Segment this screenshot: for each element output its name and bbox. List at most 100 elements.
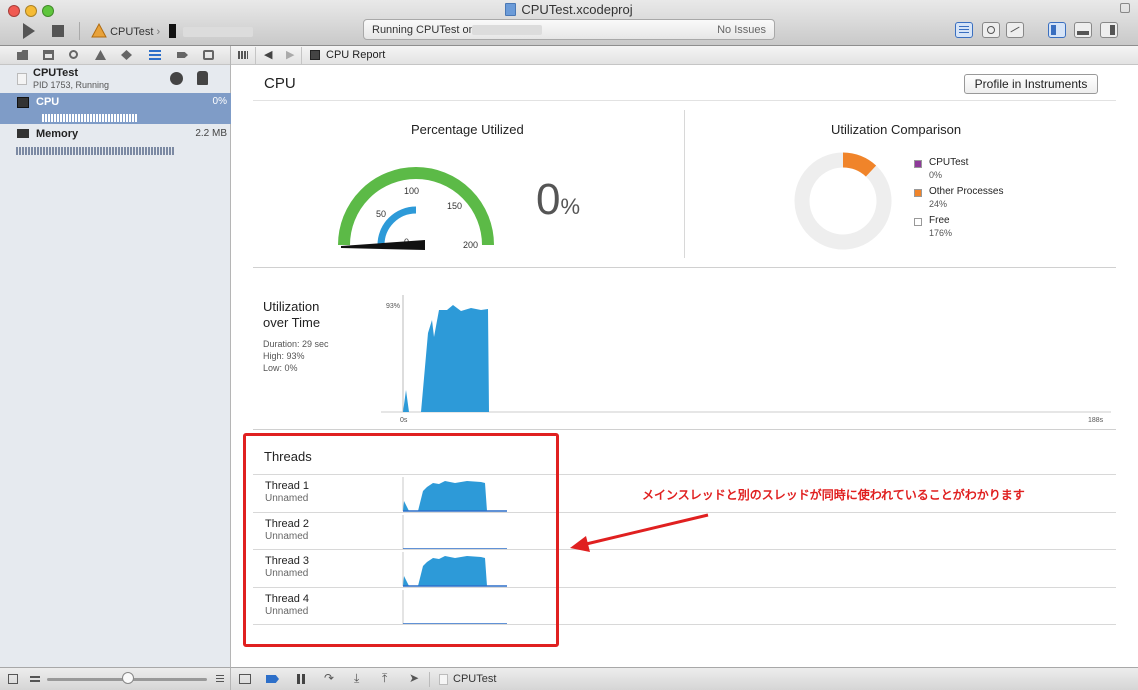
activity-status: Running CPUTest on No Issues	[363, 19, 775, 40]
process-status: PID 1753, Running	[33, 80, 110, 90]
memory-gauge-label: Memory	[36, 128, 79, 140]
utilization-stats: Duration: 29 sec High: 93% Low: 0%	[263, 339, 329, 373]
standard-editor-button[interactable]	[955, 22, 973, 38]
xcodeproj-icon	[505, 3, 517, 16]
target-app-icon	[439, 674, 448, 685]
utilization-x-start-label: 0s	[400, 417, 408, 424]
test-navigator-icon[interactable]	[121, 50, 132, 60]
gauge-options-icon[interactable]	[170, 72, 183, 85]
symbol-navigator-icon[interactable]	[43, 50, 54, 60]
legend-swatch	[914, 160, 922, 168]
legend-item: Other Processes 24%	[914, 186, 1064, 214]
gauge-tick-label: 150	[447, 201, 462, 211]
gauge-tick-label: 50	[376, 209, 386, 219]
process-name: CPUTest	[33, 67, 79, 79]
toggle-utilities-button[interactable]	[1100, 22, 1118, 38]
status-text: Running CPUTest on	[372, 24, 475, 36]
stop-button[interactable]	[52, 25, 64, 37]
cpu-report-icon	[310, 50, 320, 60]
utilization-over-time-title: Utilization over Time	[263, 299, 321, 330]
percentage-utilized-title: Percentage Utilized	[411, 122, 524, 137]
gauge-inner-arc	[377, 206, 417, 246]
status-device-redacted	[472, 25, 542, 35]
show-threads-icon[interactable]	[8, 674, 18, 684]
project-navigator-icon[interactable]	[17, 50, 28, 60]
utilization-x-end-label: 188s	[1088, 417, 1104, 424]
navigator-filter-bar	[0, 667, 231, 690]
hide-debug-area-icon[interactable]	[239, 674, 251, 684]
legend-value: 0%	[929, 170, 943, 180]
device-icon	[169, 24, 177, 38]
memory-sparkline	[16, 147, 175, 155]
pause-icon[interactable]	[297, 674, 305, 684]
utilization-over-time-chart	[381, 295, 1111, 413]
cpu-gauge-row[interactable]: CPU 0%	[0, 93, 231, 124]
gauge-tick-label: 200	[463, 240, 478, 250]
device-name-redacted	[183, 27, 254, 38]
toggle-navigator-button[interactable]	[1048, 22, 1066, 38]
donut-slice	[842, 152, 877, 177]
scheme-name: CPUTest	[110, 26, 154, 38]
compression-slider-knob[interactable]	[122, 672, 134, 684]
profile-in-instruments-button[interactable]: Profile in Instruments	[964, 74, 1098, 94]
toolbar-divider	[79, 22, 80, 40]
navigator-tabs	[0, 46, 230, 65]
location-icon[interactable]: ➤	[409, 671, 419, 685]
breakpoint-navigator-icon[interactable]	[177, 52, 188, 58]
report-title: CPU	[264, 75, 296, 92]
toolbar: CPUTest.xcodeproj CPUTest › Running CPUT…	[0, 0, 1138, 46]
scheme-selector[interactable]: CPUTest ›	[91, 22, 254, 38]
forward-arrow-icon[interactable]: ▶	[286, 48, 294, 61]
memory-gauge-row[interactable]: Memory 2.2 MB	[0, 125, 231, 159]
annotation-arrow	[570, 513, 709, 552]
issues-text[interactable]: No Issues	[717, 24, 766, 36]
cpu-percentage-gauge: 050100150200	[338, 167, 494, 250]
search-navigator-icon[interactable]	[69, 50, 78, 59]
process-row[interactable]: CPUTest PID 1753, Running	[0, 66, 231, 92]
assistant-editor-button[interactable]	[982, 22, 1000, 38]
breakpoints-toggle-icon[interactable]	[266, 675, 279, 683]
cpu-gauge-value: 0%	[212, 96, 227, 107]
cpu-icon	[17, 97, 29, 108]
legend-item: Free 176%	[914, 215, 1064, 243]
cpu-sparkline	[42, 114, 138, 122]
toggle-debug-area-button[interactable]	[1074, 22, 1092, 38]
step-over-icon[interactable]: ↷	[324, 671, 334, 685]
expanded-icon[interactable]	[216, 675, 224, 683]
jump-bar-item[interactable]: CPU Report	[326, 49, 385, 61]
memory-icon	[17, 129, 29, 138]
legend-item: CPUTest 0%	[914, 157, 1064, 185]
debug-navigator: CPUTest PID 1753, Running CPU 0% Memory …	[0, 46, 231, 690]
legend-swatch	[914, 218, 922, 226]
app-icon	[17, 73, 27, 85]
legend-value: 24%	[929, 199, 948, 209]
annotation-highlight-box	[243, 433, 559, 647]
gauge-tick-label: 100	[404, 186, 419, 196]
cpu-gauge-label: CPU	[36, 96, 60, 108]
version-editor-button[interactable]	[1006, 22, 1024, 38]
run-button[interactable]	[21, 23, 37, 39]
legend-label: Free	[929, 215, 950, 226]
compression-icon[interactable]	[30, 676, 40, 682]
step-out-icon[interactable]: ⤒	[382, 671, 387, 686]
related-items-icon[interactable]	[238, 51, 248, 59]
debug-navigator-icon[interactable]	[149, 50, 161, 60]
memory-gauge-value: 2.2 MB	[195, 128, 227, 139]
legend-label: Other Processes	[929, 186, 1004, 197]
debug-bar: ↷ ⤓ ⤒ ➤ CPUTest	[231, 667, 1138, 690]
app-target-icon	[91, 22, 107, 38]
log-navigator-icon[interactable]	[203, 50, 214, 60]
donut-slice	[794, 152, 892, 250]
utilization-donut-chart	[794, 152, 892, 250]
legend-swatch	[914, 189, 922, 197]
process-options-icon[interactable]	[197, 71, 208, 85]
cpu-percentage-readout: 0%	[536, 175, 581, 224]
fullscreen-icon[interactable]	[1120, 3, 1130, 13]
back-arrow-icon[interactable]: ◀	[264, 48, 272, 61]
utilization-comparison-title: Utilization Comparison	[831, 122, 962, 137]
issue-navigator-icon[interactable]	[95, 50, 106, 60]
annotation-text: メインスレッドと別のスレッドが同時に使われていることがわかります	[642, 488, 1025, 502]
legend-value: 176%	[929, 228, 953, 238]
debug-target-name[interactable]: CPUTest	[453, 673, 496, 685]
step-into-icon[interactable]: ⤓	[354, 671, 359, 686]
